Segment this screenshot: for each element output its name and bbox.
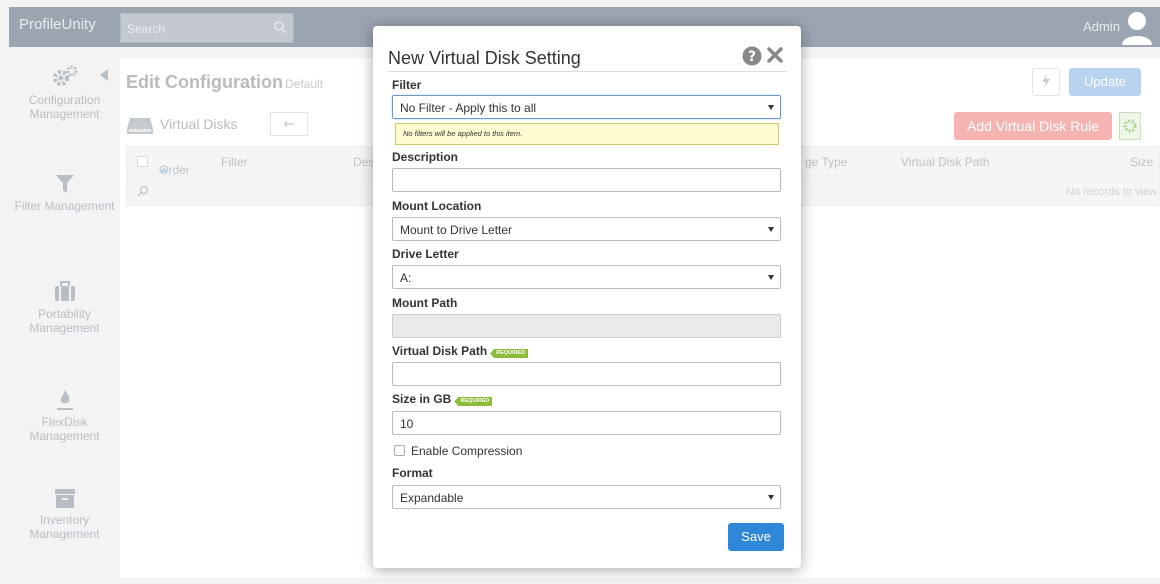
dropdown-caret-icon bbox=[768, 227, 774, 232]
dropdown-caret-icon bbox=[768, 275, 774, 280]
required-badge: REQUIRED bbox=[490, 349, 529, 358]
mount-location-value: Mount to Drive Letter bbox=[400, 223, 513, 237]
sidebar-item-label: Portability Management bbox=[29, 307, 100, 335]
required-badge: REQUIRED bbox=[454, 397, 493, 406]
filter-hint-tooltip: No filters will be applied to this item. bbox=[395, 123, 779, 145]
save-button[interactable]: Save bbox=[728, 523, 784, 551]
sidebar-item-label: Filter Management bbox=[14, 199, 115, 213]
column-header-filter[interactable]: Filter bbox=[221, 155, 248, 169]
flash-button[interactable] bbox=[1032, 68, 1060, 96]
back-arrow-icon: ⇜ bbox=[283, 116, 295, 131]
size-label: Size in GB REQUIRED bbox=[392, 392, 493, 406]
sidebar-item-label: Configuration Management bbox=[28, 93, 101, 121]
avatar-icon[interactable] bbox=[1120, 9, 1154, 45]
sidebar-item-filter[interactable]: Filter Management bbox=[9, 173, 120, 213]
virtual-disk-icon bbox=[127, 118, 153, 134]
size-field[interactable]: 10 bbox=[392, 411, 781, 435]
column-header-virtual-disk-path[interactable]: Virtual Disk Path bbox=[901, 155, 989, 169]
format-label: Format bbox=[392, 466, 433, 480]
flame-icon bbox=[56, 390, 73, 410]
page-subtitle: Default bbox=[285, 77, 324, 91]
size-label-text: Size in GB bbox=[392, 392, 452, 406]
dialog-title: New Virtual Disk Setting bbox=[388, 48, 581, 68]
user-name[interactable]: Admin bbox=[1083, 19, 1120, 34]
enable-compression-row[interactable]: Enable Compression bbox=[394, 444, 522, 458]
virtual-disk-path-field[interactable] bbox=[392, 362, 781, 386]
column-header-size[interactable]: Size bbox=[1130, 155, 1153, 169]
format-value: Expandable bbox=[400, 491, 464, 505]
search-box[interactable]: Search bbox=[120, 13, 294, 43]
section-title: Virtual Disks bbox=[160, 116, 238, 132]
virtual-disk-path-label: Virtual Disk Path REQUIRED bbox=[392, 344, 529, 358]
enable-compression-label[interactable]: Enable Compression bbox=[411, 444, 522, 458]
enable-compression-checkbox[interactable] bbox=[394, 445, 405, 456]
dropdown-caret-icon bbox=[768, 495, 774, 500]
drive-letter-select[interactable]: A: bbox=[392, 265, 781, 289]
filter-icon bbox=[55, 175, 74, 193]
dialog-divider bbox=[388, 71, 787, 72]
description-field[interactable] bbox=[392, 168, 781, 192]
sidebar-item-flexdisk[interactable]: FlexDisk Management bbox=[9, 389, 120, 443]
grid-settings-button[interactable] bbox=[1119, 112, 1141, 140]
close-icon[interactable] bbox=[766, 46, 784, 64]
dropdown-caret-icon bbox=[768, 105, 774, 110]
sidebar: Configuration Management Filter Manageme… bbox=[9, 47, 120, 584]
add-virtual-disk-rule-button[interactable]: Add Virtual Disk Rule bbox=[954, 112, 1112, 140]
no-records-text: No records to view bbox=[1065, 186, 1157, 198]
svg-text:?: ? bbox=[748, 49, 756, 65]
search-icon[interactable] bbox=[137, 185, 149, 197]
column-header-storage-type[interactable]: ge Type bbox=[805, 155, 847, 169]
sidebar-item-label: FlexDisk Management bbox=[29, 415, 100, 443]
sidebar-item-portability[interactable]: Portability Management bbox=[9, 281, 120, 335]
filter-label: Filter bbox=[392, 78, 422, 92]
sidebar-item-inventory[interactable]: Inventory Management bbox=[9, 487, 120, 541]
brand-logo[interactable]: ProfileUnity bbox=[19, 16, 96, 33]
select-all-checkbox[interactable] bbox=[137, 156, 148, 167]
drive-letter-label: Drive Letter bbox=[392, 247, 459, 261]
update-button[interactable]: Update bbox=[1069, 68, 1141, 96]
archive-icon bbox=[54, 489, 75, 508]
mount-location-select[interactable]: Mount to Drive Letter bbox=[392, 217, 781, 241]
sidebar-item-configuration[interactable]: Configuration Management bbox=[9, 65, 120, 121]
search-icon[interactable] bbox=[273, 20, 287, 34]
search-placeholder: Search bbox=[127, 22, 166, 36]
filter-select-value: No Filter - Apply this to all bbox=[400, 101, 537, 115]
virtual-disk-path-label-text: Virtual Disk Path bbox=[392, 344, 488, 358]
mount-path-label: Mount Path bbox=[392, 296, 458, 310]
filter-select[interactable]: No Filter - Apply this to all bbox=[392, 95, 781, 119]
gears-icon bbox=[52, 65, 77, 86]
lightning-icon bbox=[1042, 74, 1050, 88]
help-icon[interactable]: ? bbox=[742, 46, 762, 66]
mount-path-field bbox=[392, 314, 781, 338]
sidebar-item-label: Inventory Management bbox=[29, 513, 100, 541]
page-title: Edit Configuration bbox=[126, 72, 283, 92]
mount-location-label: Mount Location bbox=[392, 199, 482, 213]
format-select[interactable]: Expandable bbox=[392, 485, 781, 509]
suitcase-icon bbox=[54, 281, 75, 301]
back-button[interactable]: ⇜ bbox=[270, 112, 308, 136]
gear-icon bbox=[1123, 119, 1137, 133]
new-virtual-disk-dialog: New Virtual Disk Setting ? Filter No Fil… bbox=[373, 26, 801, 568]
description-label: Description bbox=[392, 150, 459, 164]
drive-letter-value: A: bbox=[400, 271, 412, 285]
